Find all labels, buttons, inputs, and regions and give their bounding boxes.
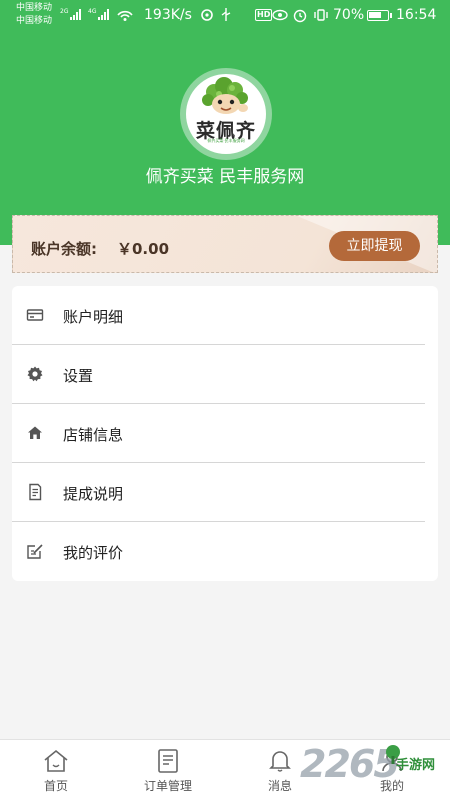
tab-orders[interactable]: 订单管理 <box>123 740 213 800</box>
order-icon <box>158 749 178 773</box>
wifi-icon <box>117 10 133 21</box>
bell-icon <box>269 751 291 772</box>
carrier-1: 中国移动 <box>16 3 53 13</box>
edit-icon <box>27 544 43 559</box>
balance-card: 账户余额: ￥0.00 立即提现 <box>12 215 438 273</box>
status-bar: 中国移动 中国移动 2G 4G 193K/s HD 70% 16:54 <box>0 0 450 32</box>
withdraw-button[interactable]: 立即提现 <box>329 231 420 261</box>
tab-label: 首页 <box>43 779 68 793</box>
network-speed: 193K/s <box>144 7 192 23</box>
store-logo: 菜佩齐 佩齐买菜·民丰服务网 <box>186 74 266 154</box>
vibrate-icon <box>314 9 328 21</box>
menu-item-account-details[interactable]: 账户明细 <box>12 286 438 345</box>
battery-percent: 70% <box>333 7 365 23</box>
usb-icon <box>221 8 231 21</box>
settings-menu: 账户明细 设置 店铺信息 提成说明 我的评价 <box>12 286 438 581</box>
carrier-2: 中国移动 <box>16 16 53 26</box>
logo-subtitle: 佩齐买菜·民丰服务网 <box>207 138 245 143</box>
home-icon <box>28 426 42 439</box>
signal-icon: 4G <box>88 8 110 20</box>
tab-label: 订单管理 <box>143 779 192 793</box>
balance-label: 账户余额: <box>31 240 97 258</box>
menu-item-label: 我的评价 <box>63 544 124 562</box>
balance-value: ￥0.00 <box>117 240 170 258</box>
menu-item-label: 账户明细 <box>63 308 124 326</box>
network-type-2: 4G <box>88 8 97 15</box>
network-type-1: 2G <box>60 8 69 15</box>
menu-item-label: 店铺信息 <box>63 426 124 444</box>
clock: 16:54 <box>396 7 437 23</box>
carrier-info: 中国移动 中国移动 <box>16 2 52 28</box>
site-watermark: 2265 手游网 <box>300 742 450 792</box>
menu-item-settings[interactable]: 设置 <box>12 345 438 404</box>
menu-item-store-info[interactable]: 店铺信息 <box>12 404 438 463</box>
hd-badge: HD <box>255 9 273 21</box>
menu-item-label: 提成说明 <box>63 485 124 503</box>
store-name: 佩齐买菜 民丰服务网 <box>145 167 305 187</box>
sync-icon <box>201 9 213 21</box>
watermark-site: 手游网 <box>396 758 436 773</box>
alarm-icon <box>293 9 307 23</box>
profile-header: 菜佩齐 佩齐买菜·民丰服务网 佩齐买菜 民丰服务网 <box>0 0 450 245</box>
home-tab-icon <box>44 749 68 772</box>
battery-level <box>369 12 381 18</box>
tab-home[interactable]: 首页 <box>11 740 101 800</box>
menu-item-commission[interactable]: 提成说明 <box>12 463 438 522</box>
signal-icon: 2G <box>60 8 82 20</box>
menu-item-label: 设置 <box>63 367 94 385</box>
eye-icon <box>272 9 288 21</box>
menu-item-reviews[interactable]: 我的评价 <box>12 522 438 581</box>
document-icon <box>29 483 42 501</box>
gear-icon <box>27 366 43 382</box>
card-icon <box>26 309 44 321</box>
battery-icon <box>367 10 392 21</box>
